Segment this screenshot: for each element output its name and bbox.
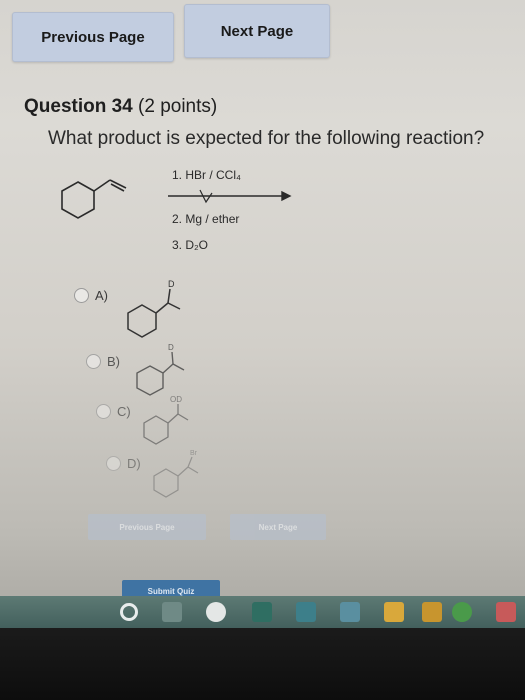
- question-number: Question 34: [24, 96, 133, 117]
- group-label: D: [168, 343, 174, 352]
- taskbar: [0, 596, 525, 628]
- photos-icon[interactable]: [340, 602, 360, 622]
- screen: Previous Page Next Page Question 34 (2 p…: [0, 0, 525, 628]
- choice-label: B): [107, 354, 120, 369]
- radio-button[interactable]: [106, 456, 121, 471]
- choice-label: A): [95, 288, 108, 303]
- question-points: (2 points): [138, 96, 218, 117]
- reagent-step-3: 3. D₂O: [172, 238, 208, 252]
- choice-a-structure: D: [118, 275, 198, 350]
- group-label: D: [168, 279, 175, 289]
- choice-d[interactable]: D): [106, 456, 141, 471]
- group-label: OD: [170, 395, 182, 404]
- files-icon[interactable]: [422, 602, 442, 622]
- reagent-step-2: 2. Mg / ether: [172, 212, 240, 226]
- radio-button[interactable]: [74, 288, 89, 303]
- reagent-step-1: 1. HBr / CCl₄: [172, 168, 241, 182]
- starting-material-structure: [61, 179, 127, 219]
- mail-icon[interactable]: [296, 602, 316, 622]
- question-text: What product is expected for the followi…: [48, 128, 485, 149]
- app-icon[interactable]: [496, 602, 516, 622]
- next-page-button[interactable]: Next Page: [184, 4, 330, 58]
- group-label: Br: [190, 450, 198, 457]
- choice-c[interactable]: C): [96, 404, 131, 419]
- choice-d-structure: Br: [146, 445, 226, 510]
- question-title: Question 34 (2 points): [24, 96, 217, 118]
- radio-button[interactable]: [86, 354, 101, 369]
- settings-icon[interactable]: [206, 602, 226, 622]
- choice-a[interactable]: A): [74, 288, 108, 303]
- choice-label: C): [117, 404, 131, 419]
- store-icon[interactable]: [252, 602, 272, 622]
- radio-button[interactable]: [96, 404, 111, 419]
- task-view-icon[interactable]: [162, 602, 182, 622]
- chrome-icon[interactable]: [452, 602, 472, 622]
- cortana-icon[interactable]: [120, 603, 138, 621]
- monitor-bezel: [0, 628, 525, 700]
- previous-page-button[interactable]: Previous Page: [12, 12, 174, 62]
- reaction-scheme: 1. HBr / CCl₄ 2. Mg / ether 3. D₂O: [50, 160, 350, 270]
- office-icon[interactable]: [384, 602, 404, 622]
- reaction-arrow: [168, 189, 292, 204]
- footer-next-page-button[interactable]: Next Page: [230, 514, 326, 540]
- footer-previous-page-button[interactable]: Previous Page: [88, 514, 206, 540]
- choice-b[interactable]: B): [86, 354, 120, 369]
- choice-label: D): [127, 456, 141, 471]
